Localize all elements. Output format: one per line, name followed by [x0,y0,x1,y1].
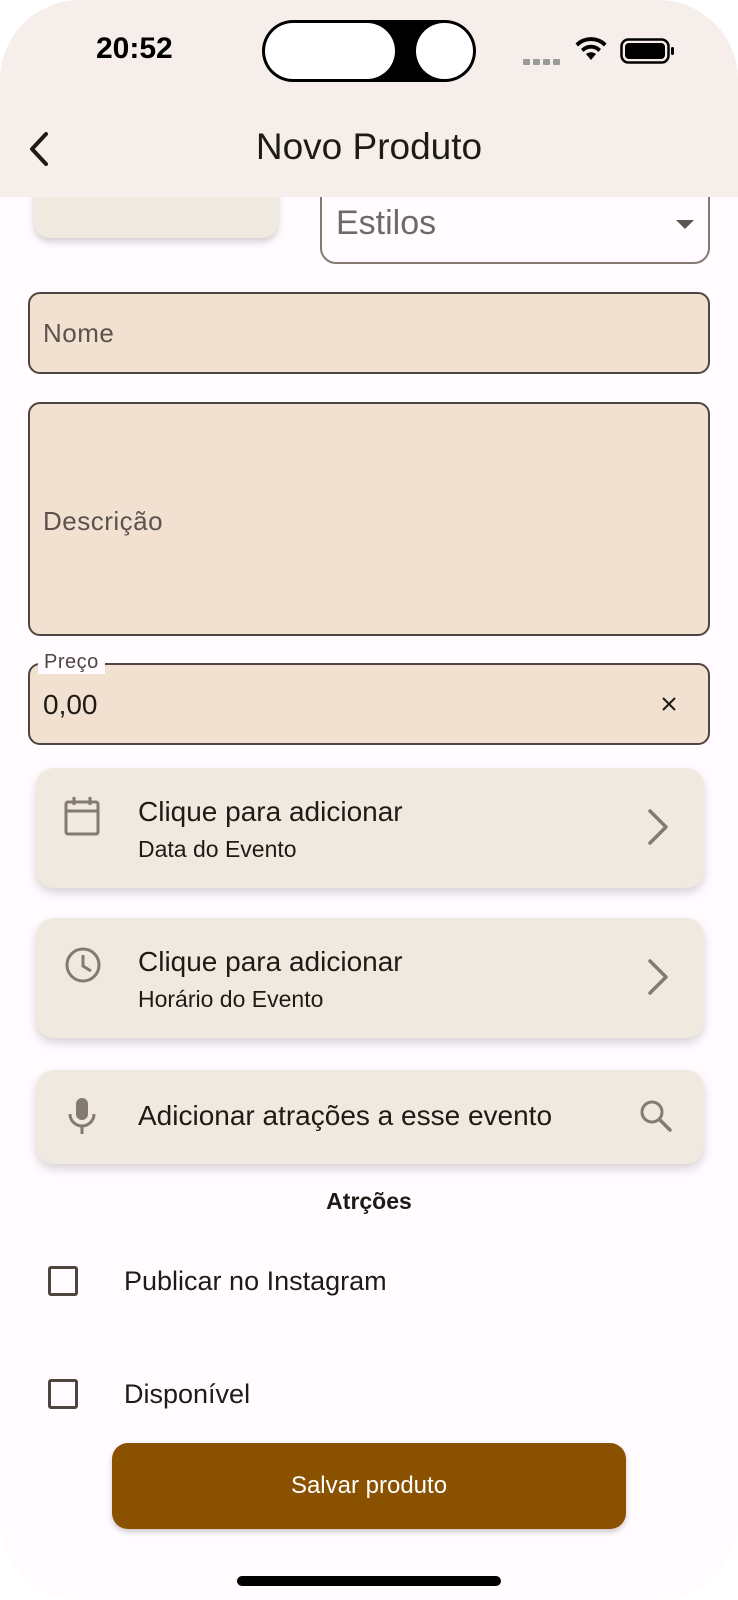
mic-icon[interactable] [64,1096,100,1136]
attractions-search-placeholder: Adicionar atrações a esse evento [138,1100,553,1131]
save-product-button[interactable]: Salvar produto [112,1443,626,1529]
instagram-checkbox-row[interactable]: Publicar no Instagram [46,1262,646,1302]
preco-value: 0,00 [43,689,98,720]
instagram-checkbox[interactable] [48,1266,78,1296]
descricao-field[interactable]: Descrição [28,402,710,636]
attractions-search-bar[interactable]: Adicionar atrações a esse evento [36,1070,704,1164]
event-time-card[interactable]: Clique para adicionar Horário do Evento [36,918,704,1038]
search-icon[interactable] [638,1098,674,1134]
preco-field[interactable]: Preço 0,00 [28,651,710,745]
available-checkbox-label: Disponível [124,1379,251,1409]
cellular-signal-icon [523,52,563,65]
preco-label: Preço [38,651,105,674]
event-time-subtitle: Horário do Evento [138,986,324,1012]
dynamic-island [262,20,476,82]
event-date-card[interactable]: Clique para adicionar Data do Evento [36,768,704,888]
wifi-icon [575,37,607,60]
status-time: 20:52 [96,32,173,65]
available-checkbox[interactable] [48,1379,78,1409]
island-dot [416,23,473,79]
top-app-bar: 20:52 Novo Produto [0,0,738,197]
chevron-right-icon [648,959,668,995]
estilos-label: Estilos [336,204,437,242]
phone-screen: 20:52 Novo Produto Estilos Nome Descriçã… [0,0,738,1600]
available-checkbox-row[interactable]: Disponível [46,1375,646,1415]
battery-icon [620,38,674,64]
event-time-title: Clique para adicionar [138,946,403,977]
event-date-subtitle: Data do Evento [138,836,297,862]
clear-icon[interactable] [658,693,680,715]
event-date-title: Clique para adicionar [138,796,403,827]
clock-icon [65,947,101,983]
chevron-right-icon [648,809,668,845]
descricao-placeholder: Descrição [43,506,164,536]
dropdown-arrow-icon [676,220,694,229]
nome-field[interactable]: Nome [28,292,710,374]
calendar-icon [64,797,100,836]
attractions-section-title: Atrções [326,1188,412,1214]
page-title: Novo Produto [255,126,483,167]
island-pill [265,23,395,79]
home-indicator[interactable] [237,1576,501,1586]
instagram-checkbox-label: Publicar no Instagram [124,1266,387,1296]
nome-placeholder: Nome [43,318,115,348]
